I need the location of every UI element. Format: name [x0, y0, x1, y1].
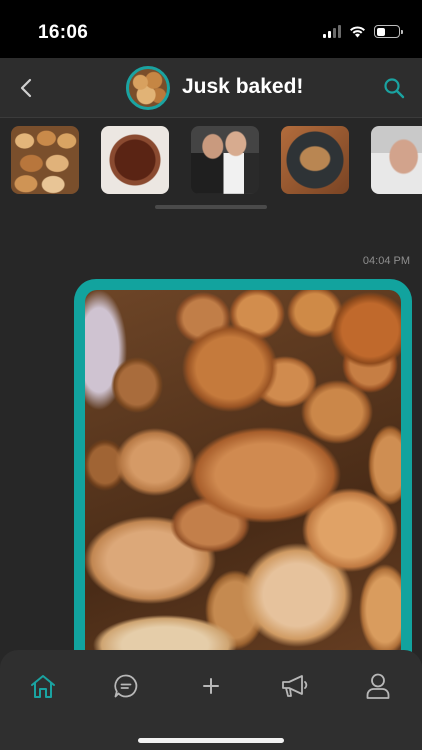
loaf-on-plate-thumbnail[interactable] [281, 126, 349, 194]
chocolate-bowl-thumbnail[interactable] [101, 126, 169, 194]
media-strip [0, 124, 422, 196]
nav-add-button[interactable] [191, 668, 231, 704]
signal-icon [323, 25, 341, 38]
battery-icon [374, 25, 403, 38]
battery-level [376, 27, 385, 36]
status-icons [323, 25, 403, 38]
nav-profile-button[interactable] [358, 668, 398, 704]
message-timestamp: 04:04 PM [362, 255, 410, 267]
bread-rolls-thumbnail[interactable] [11, 126, 79, 194]
search-icon [384, 78, 405, 99]
megaphone-icon [282, 675, 308, 697]
man-portrait-thumbnail[interactable] [371, 126, 422, 194]
image-message-bubble[interactable] [74, 279, 412, 679]
chat-screen: 16:06 Jusk baked! 04:04 PM [0, 0, 422, 750]
group-avatar[interactable] [126, 66, 170, 110]
search-button[interactable] [380, 74, 408, 102]
status-bar: 16:06 [0, 0, 422, 58]
strip-drag-handle[interactable] [155, 205, 267, 209]
wifi-icon [350, 26, 365, 38]
home-icon [31, 675, 55, 698]
bottom-navigation [0, 650, 422, 750]
chevron-left-icon [20, 78, 32, 98]
back-button[interactable] [12, 74, 40, 102]
chat-title[interactable]: Jusk baked! [182, 75, 303, 99]
plus-icon [203, 678, 219, 694]
people-photo-thumbnail[interactable] [191, 126, 259, 194]
chat-header: Jusk baked! [0, 58, 422, 118]
status-time: 16:06 [38, 22, 89, 43]
nav-home-button[interactable] [23, 668, 63, 704]
chat-icon [114, 674, 138, 698]
nav-chat-button[interactable] [106, 668, 146, 704]
profile-icon [366, 673, 390, 699]
bread-rolls-photo[interactable] [85, 290, 401, 679]
home-indicator[interactable] [138, 738, 284, 743]
nav-announcements-button[interactable] [275, 668, 315, 704]
